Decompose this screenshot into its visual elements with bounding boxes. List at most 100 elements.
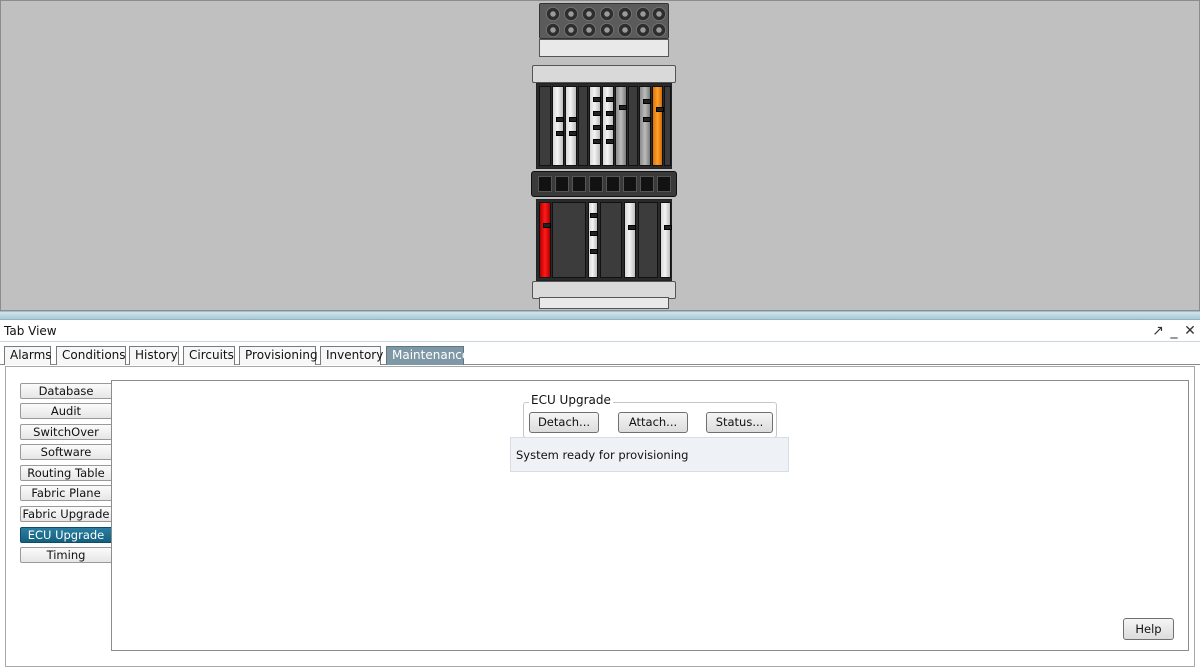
sidebar-item-fabric-upgrade[interactable]: Fabric Upgrade — [20, 506, 112, 522]
card-slot[interactable] — [615, 86, 627, 166]
sidebar-item-database[interactable]: Database — [20, 383, 112, 399]
detach-button[interactable]: Detach... — [529, 412, 599, 433]
chassis-image[interactable] — [531, 3, 677, 310]
fan-icon — [564, 7, 578, 21]
fan-slot — [606, 176, 620, 192]
port — [593, 125, 601, 130]
card-slot[interactable] — [539, 86, 551, 166]
tab-view-header: Tab View ↗ _ ✕ — [0, 321, 1200, 342]
ecu-upgrade-group-label: ECU Upgrade — [529, 393, 613, 407]
upper-card-cage — [536, 83, 672, 169]
view-splitter[interactable] — [0, 311, 1200, 320]
fan-slot — [538, 176, 552, 192]
help-button[interactable]: Help — [1123, 618, 1174, 640]
sidebar-item-audit[interactable]: Audit — [20, 403, 112, 419]
card-slot[interactable] — [552, 86, 564, 166]
lower-power-row[interactable] — [539, 297, 669, 309]
port — [590, 231, 598, 236]
sidebar-item-switchover[interactable]: SwitchOver — [20, 424, 112, 440]
tab-inventory[interactable]: Inventory — [320, 346, 383, 365]
port — [556, 131, 564, 136]
close-icon[interactable]: ✕ — [1182, 322, 1198, 340]
fan-icon — [618, 23, 632, 37]
port — [593, 111, 601, 116]
card-slot[interactable] — [664, 86, 671, 166]
tab-view-title: Tab View — [4, 324, 57, 338]
sidebar-item-fabric-plane[interactable]: Fabric Plane — [20, 485, 112, 501]
port — [606, 111, 614, 116]
power-supply-row[interactable] — [539, 39, 669, 57]
card-slot[interactable] — [588, 202, 598, 278]
card-slot-warning[interactable] — [652, 86, 664, 166]
lower-card-cage — [536, 199, 672, 281]
upper-cable-bar — [532, 65, 676, 83]
port — [656, 107, 664, 112]
sidebar-item-routing-table[interactable]: Routing Table — [20, 465, 112, 481]
port — [543, 223, 551, 228]
fan-slot — [640, 176, 654, 192]
sidebar-item-timing[interactable]: Timing — [20, 547, 112, 563]
status-message: System ready for provisioning — [516, 448, 689, 462]
fan-icon — [636, 23, 650, 37]
fan-icon — [652, 23, 666, 37]
card-slot[interactable] — [639, 86, 651, 166]
fan-icon — [546, 7, 560, 21]
minimize-icon[interactable]: _ — [1166, 322, 1182, 340]
port — [593, 97, 601, 102]
tab-provisioning[interactable]: Provisioning — [239, 346, 318, 365]
port — [628, 225, 636, 230]
fan-icon — [618, 7, 632, 21]
sidebar-item-software[interactable]: Software — [20, 444, 112, 460]
status-button[interactable]: Status... — [706, 412, 773, 433]
shelf-view-panel — [0, 0, 1200, 311]
card-slot[interactable] — [660, 202, 672, 278]
tab-alarms[interactable]: Alarms — [4, 346, 52, 365]
attach-button[interactable]: Attach... — [618, 412, 688, 433]
ecu-upgrade-group: ECU Upgrade Detach... Attach... Status..… — [523, 393, 777, 438]
port — [569, 117, 577, 122]
fan-slot — [572, 176, 586, 192]
middle-fan-band[interactable] — [531, 171, 677, 197]
tab-maintenance[interactable]: Maintenance — [386, 346, 469, 365]
port — [569, 131, 577, 136]
fan-icon — [600, 23, 614, 37]
top-fan-tray[interactable] — [539, 3, 669, 39]
card-slot[interactable] — [624, 202, 636, 278]
card-slot[interactable] — [565, 86, 577, 166]
tab-circuits[interactable]: Circuits — [183, 346, 235, 365]
ecu-upgrade-panel: ECU Upgrade Detach... Attach... Status..… — [111, 380, 1189, 651]
fan-icon — [546, 23, 560, 37]
port — [619, 105, 627, 110]
fan-icon — [582, 7, 596, 21]
card-slot[interactable] — [602, 86, 614, 166]
sidebar-item-ecu-upgrade[interactable]: ECU Upgrade — [20, 527, 112, 543]
tab-history[interactable]: History — [129, 346, 179, 365]
port — [606, 125, 614, 130]
fan-slot — [555, 176, 569, 192]
undock-arrow-icon[interactable]: ↗ — [1150, 322, 1166, 340]
tab-bar: Alarms Conditions History Circuits Provi… — [0, 344, 1200, 365]
port — [643, 117, 651, 122]
fan-slot — [623, 176, 637, 192]
port — [606, 139, 614, 144]
card-slot[interactable] — [552, 202, 586, 278]
port — [590, 213, 598, 218]
maintenance-content: Database Audit SwitchOver Software Routi… — [5, 366, 1195, 667]
card-slot[interactable] — [638, 202, 658, 278]
card-slot[interactable] — [628, 86, 638, 166]
card-slot-critical[interactable] — [539, 202, 551, 278]
card-slot[interactable] — [578, 86, 588, 166]
fan-icon — [600, 7, 614, 21]
port — [643, 99, 651, 104]
card-slot[interactable] — [589, 86, 601, 166]
fan-slot — [589, 176, 603, 192]
tab-conditions[interactable]: Conditions — [56, 346, 126, 365]
fan-icon — [652, 7, 666, 21]
port — [556, 117, 564, 122]
card-slot[interactable] — [600, 202, 622, 278]
fan-icon — [636, 7, 650, 21]
fan-slot — [657, 176, 671, 192]
status-message-box: System ready for provisioning — [510, 437, 789, 472]
fan-icon — [582, 23, 596, 37]
port — [593, 139, 601, 144]
